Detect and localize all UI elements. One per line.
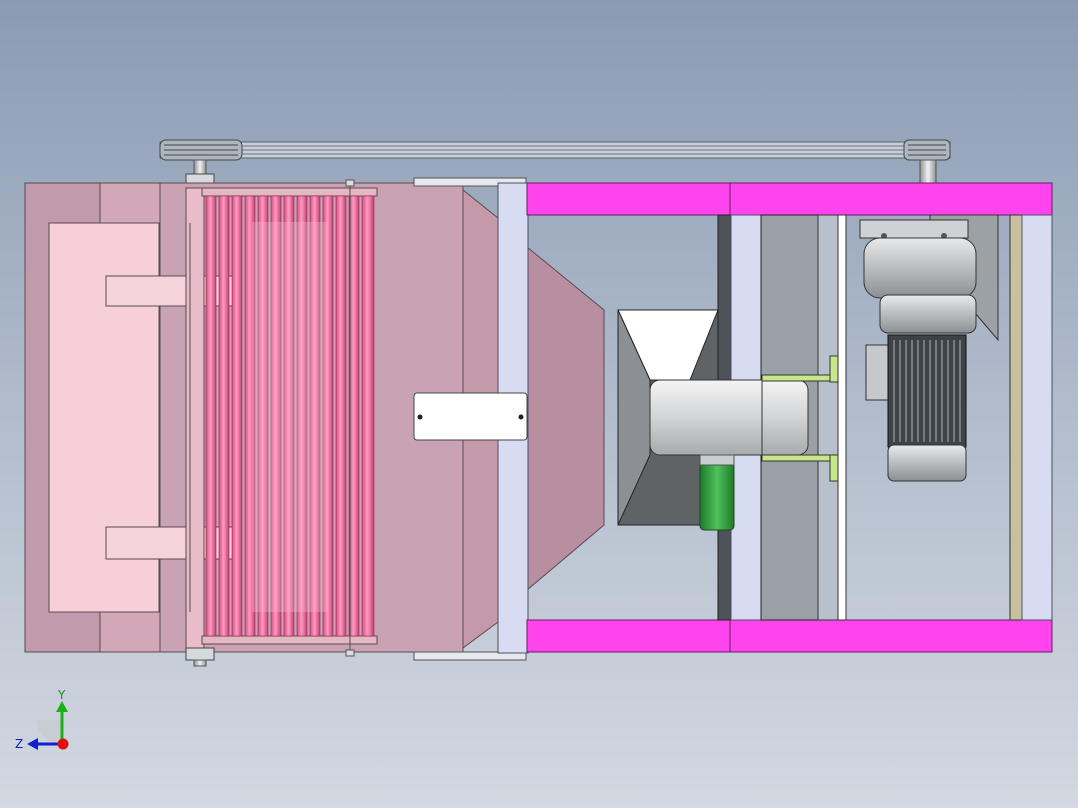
- roller-screen-housing: [24, 182, 464, 653]
- label-plate: [413, 392, 528, 441]
- green-motor: [699, 454, 735, 531]
- z-axis-label: Z: [15, 737, 23, 751]
- z-axis-arrowhead: [27, 738, 38, 750]
- frame-rail-top: [526, 182, 1053, 216]
- small-pulley: [903, 139, 951, 185]
- large-pulley: [159, 139, 243, 185]
- x-axis-dot: [57, 738, 69, 750]
- y-axis-arrowhead: [56, 701, 68, 712]
- frame-rail-bottom: [526, 619, 1053, 653]
- assembly-drawing: Y Z: [15, 139, 1053, 751]
- axis-triad: Y Z: [15, 688, 69, 751]
- drive-belt: [159, 141, 951, 159]
- gear-motor: [859, 219, 977, 482]
- y-axis-label: Y: [57, 688, 66, 702]
- lower-shaft: [185, 647, 215, 667]
- cad-viewport[interactable]: Y Z: [0, 0, 1078, 808]
